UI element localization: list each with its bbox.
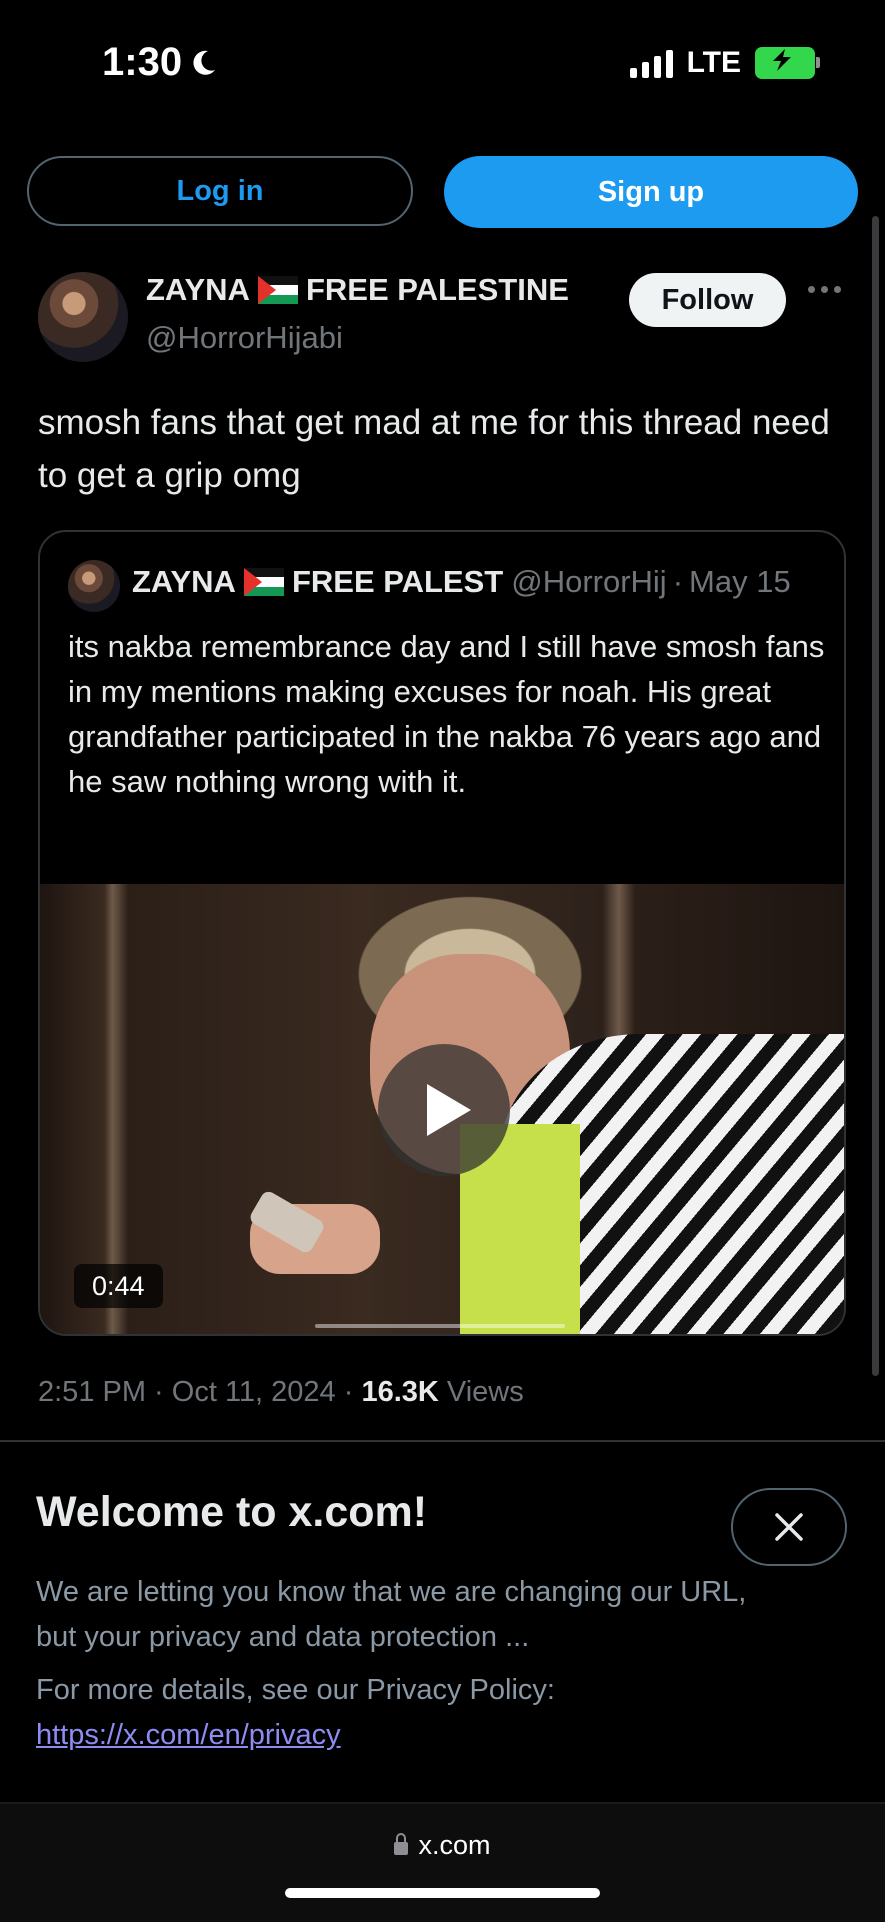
quoted-author-handle[interactable]: @HorrorHij: [511, 564, 666, 600]
policy-text: For more details, see our Privacy Policy…: [36, 1674, 555, 1706]
palestine-flag-icon: [243, 568, 284, 596]
banner-policy: For more details, see our Privacy Policy…: [36, 1668, 816, 1758]
quoted-tweet-header: ZAYNA FREE PALEST @HorrorHij · May 15: [132, 564, 832, 600]
home-indicator[interactable]: [285, 1888, 600, 1898]
play-button[interactable]: [378, 1044, 510, 1176]
signal-icon: [629, 48, 673, 78]
quoted-tweet-text: its nakba remembrance day and I still ha…: [68, 629, 825, 799]
url-text: x.com: [418, 1830, 491, 1860]
status-bar-indicators: LTE: [629, 46, 820, 80]
tweet-meta: 2:51 PM · Oct 11, 2024 · 16.3K Views: [38, 1376, 524, 1409]
close-banner-button[interactable]: [731, 1488, 847, 1566]
clock-text: 1:30: [102, 40, 183, 84]
quoted-tweet-date[interactable]: May 15: [689, 564, 791, 600]
quoted-avatar[interactable]: [68, 560, 120, 612]
battery-charging-icon: [755, 47, 820, 79]
tweet-author-handle[interactable]: @HorrorHijabi: [146, 320, 343, 356]
banner-title: Welcome to x.com!: [36, 1488, 428, 1536]
tweet-author-name[interactable]: ZAYNA FREE PALESTINE: [146, 272, 569, 308]
scrollbar[interactable]: [872, 216, 879, 1376]
network-label: LTE: [686, 46, 741, 79]
lock-icon: [394, 1833, 409, 1855]
avatar[interactable]: [38, 272, 128, 362]
author-name-text: ZAYNA: [146, 272, 250, 307]
separator-dot: ·: [672, 564, 684, 599]
tweet-timestamp[interactable]: 2:51 PM · Oct 11, 2024 ·: [38, 1376, 361, 1408]
status-bar-time: 1:30: [102, 40, 218, 85]
moon-icon: [193, 50, 216, 75]
palestine-flag-icon: [257, 276, 298, 304]
divider: [0, 1440, 885, 1442]
views-count: 16.3K: [361, 1376, 439, 1408]
video-progress-bar[interactable]: [315, 1324, 565, 1328]
views-label: Views: [438, 1376, 524, 1408]
address-bar[interactable]: x.com: [0, 1830, 885, 1861]
quoted-author-name[interactable]: ZAYNA FREE PALEST: [132, 564, 503, 600]
banner-body: We are letting you know that we are chan…: [36, 1576, 747, 1653]
login-button[interactable]: Log in: [27, 156, 413, 226]
video-duration: 0:44: [74, 1264, 163, 1308]
quoted-author-name-suffix: FREE PALEST: [291, 564, 504, 599]
video-player[interactable]: 0:44: [40, 884, 844, 1334]
quoted-author-name-text: ZAYNA: [132, 564, 236, 599]
author-name-suffix: FREE PALESTINE: [305, 272, 569, 307]
browser-bottom-bar: [0, 1802, 885, 1922]
tweet-text: smosh fans that get mad at me for this t…: [38, 403, 830, 495]
privacy-policy-link[interactable]: https://x.com/en/privacy: [36, 1719, 341, 1751]
follow-button[interactable]: Follow: [629, 273, 786, 327]
more-options-icon[interactable]: [808, 286, 841, 293]
play-icon: [427, 1084, 471, 1136]
close-icon: [775, 1513, 803, 1541]
signup-button[interactable]: Sign up: [444, 156, 858, 228]
quoted-tweet-card[interactable]: ZAYNA FREE PALEST @HorrorHij · May 15 it…: [38, 530, 846, 1336]
